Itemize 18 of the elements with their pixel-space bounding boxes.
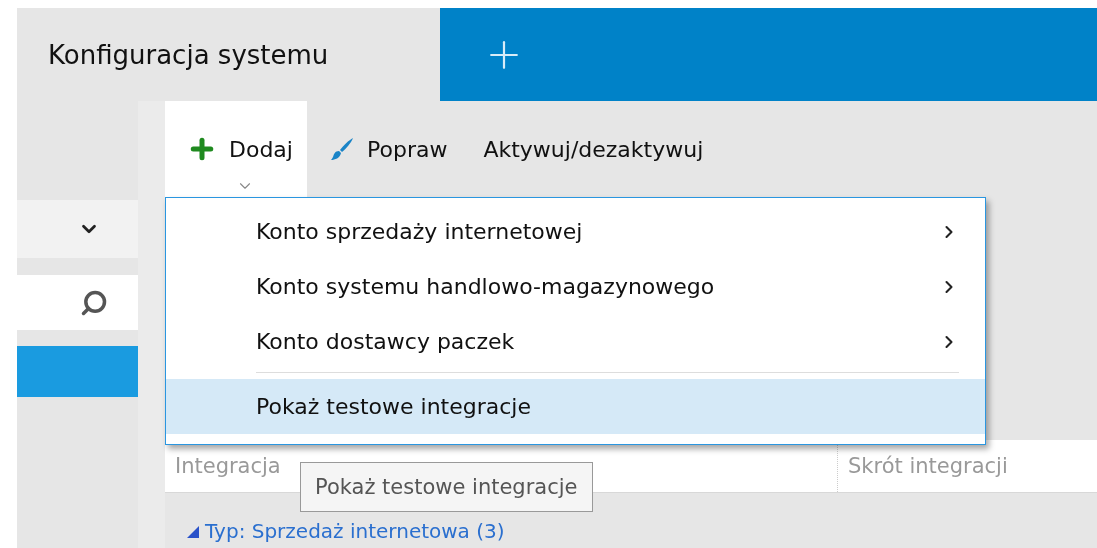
dropdown[interactable] <box>17 200 138 258</box>
menu-item[interactable]: Konto sprzedaży internetowej <box>166 204 985 259</box>
paintbrush-icon <box>328 136 355 162</box>
toolbar-button[interactable]: Popraw <box>306 101 462 197</box>
menu-item-label: Konto systemu handlowo-magazynowego <box>256 274 715 299</box>
tooltip: Pokaż testowe integracje <box>300 462 593 512</box>
menu-item-label: Konto sprzedaży internetowej <box>256 219 583 244</box>
menu-item[interactable]: Konto dostawcy paczek <box>166 314 985 369</box>
search-field[interactable] <box>17 275 138 330</box>
menu-item[interactable]: Pokaż testowe integracje <box>166 379 985 434</box>
menu-item-label: Konto dostawcy paczek <box>256 329 515 354</box>
search-icon <box>80 288 108 317</box>
toolbar-button[interactable]: Dodaj <box>165 101 307 197</box>
menu-item[interactable]: Konto systemu handlowo-magazynowego <box>166 259 985 314</box>
triangle-icon <box>185 524 199 538</box>
menu-item-label: Pokaż testowe integracje <box>256 394 531 419</box>
toolbar-button[interactable]: Aktywuj/dezaktywuj <box>461 101 718 197</box>
list-item[interactable] <box>17 346 138 397</box>
